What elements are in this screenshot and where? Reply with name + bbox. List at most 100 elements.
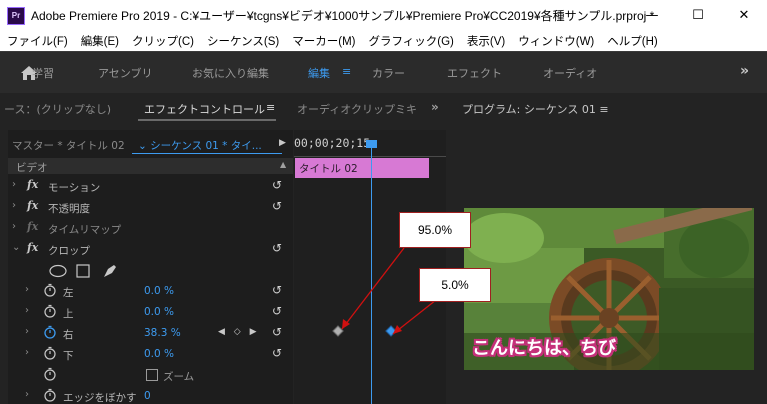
time-ruler[interactable] [294,151,446,157]
effect-row-time-remap[interactable]: › fx タイムリマップ [8,218,293,239]
ellipse-mask-icon[interactable] [49,264,67,278]
property-row-left[interactable]: › 左 0.0 % ↺ [8,281,293,302]
property-value[interactable]: 0.0 % [144,348,174,360]
menu-edit[interactable]: 編集(E) [74,33,125,49]
property-name: 下 [63,350,74,362]
program-monitor-panel: プログラム: シーケンス 01 ≡ こんにちは、ちび [454,93,767,404]
subtitle-text: こんにちは、ちび [472,338,616,359]
chevron-down-icon[interactable]: ⌄ [12,242,20,253]
reset-icon[interactable]: ↺ [272,346,282,360]
mask-tools-row [8,260,293,281]
effect-row-motion[interactable]: › fx モーション ↺ [8,176,293,197]
reset-icon[interactable]: ↺ [272,178,282,192]
timecode-display[interactable]: 00;00;20;15 [294,136,370,150]
stopwatch-icon[interactable] [43,283,57,297]
reset-icon[interactable]: ↺ [272,241,282,255]
stopwatch-icon[interactable] [43,346,57,360]
reset-icon[interactable]: ↺ [272,304,282,318]
stopwatch-icon[interactable] [43,367,57,381]
pen-mask-icon[interactable] [104,265,116,277]
effect-controls-properties: マスター * タイトル 02 ⌄ シーケンス 01 * タイ... ▶ ビデオ … [8,130,293,404]
tab-audio-clip-mixer[interactable]: オーディオクリップミキ [297,101,417,117]
chevron-right-icon[interactable]: › [25,305,29,316]
close-button[interactable]: ✕ [721,0,767,31]
workspace-tab-editing[interactable]: 編集 [308,65,330,81]
chevron-right-icon[interactable]: › [12,179,16,190]
rectangle-mask-icon[interactable] [76,264,90,278]
window-title: Adobe Premiere Pro 2019 - C:¥ユーザー¥tcgns¥… [31,9,655,23]
menu-bar: ファイル(F) 編集(E) クリップ(C) シーケンス(S) マーカー(M) グ… [0,31,767,51]
effect-name: タイムリマップ [48,224,122,236]
callout-95-percent: 95.0% [399,212,471,248]
sequence-clip-text: シーケンス 01 * タイ... [150,140,262,152]
premiere-app-icon: Pr [7,6,25,25]
chevron-right-icon[interactable]: › [25,326,29,337]
tab-menu-icon[interactable]: ≡ [266,101,275,114]
workspace-tab-effects[interactable]: エフェクト [447,65,502,81]
chevron-right-icon[interactable]: › [25,284,29,295]
chevron-right-icon[interactable]: › [12,200,16,211]
title-bar: Pr Adobe Premiere Pro 2019 - C:¥ユーザー¥tcg… [0,0,767,31]
property-row-feather[interactable]: › エッジをぼかす 0 [8,386,293,404]
chevron-right-icon[interactable]: › [25,389,29,400]
menu-marker[interactable]: マーカー(M) [285,33,361,49]
menu-clip[interactable]: クリップ(C) [125,33,200,49]
keyframe-selected[interactable] [385,325,397,337]
menu-help[interactable]: ヘルプ(H) [600,33,663,49]
chevron-right-icon[interactable]: › [25,347,29,358]
keyframe-navigator[interactable]: ◀ ◇ ▶ [218,327,260,337]
tab-effect-controls[interactable]: エフェクトコントロール [144,101,265,117]
effect-row-opacity[interactable]: › fx 不透明度 ↺ [8,197,293,218]
workspace-tab-color[interactable]: カラー [372,65,405,81]
callout-5-percent: 5.0% [419,268,491,302]
menu-file[interactable]: ファイル(F) [0,33,74,49]
maximize-button[interactable]: ☐ [675,0,721,31]
stopwatch-active-icon[interactable] [43,325,57,339]
zoom-checkbox[interactable] [146,369,158,381]
property-value[interactable]: 0.0 % [144,285,174,297]
keyframe-grey[interactable] [332,325,344,337]
chevron-right-icon[interactable]: › [12,221,16,232]
workspace-tab-learning[interactable]: 学習 [32,65,54,81]
property-value[interactable]: 0 [144,390,151,402]
reset-icon[interactable]: ↺ [272,199,282,213]
master-clip-label[interactable]: マスター * タイトル 02 [12,138,125,153]
workspace-more-icon[interactable]: » [740,63,749,79]
property-value[interactable]: 0.0 % [144,306,174,318]
program-menu-icon[interactable]: ≡ [599,103,608,116]
effect-name: 不透明度 [48,203,90,215]
effect-controls-timeline[interactable]: 00;00;20;15 タイトル 02 [294,130,446,404]
property-row-top[interactable]: › 上 0.0 % ↺ [8,302,293,323]
tab-source[interactable]: ース：(クリップなし) [4,101,111,117]
play-icon[interactable]: ▶ [279,138,286,148]
workspace-tab-assembly[interactable]: アセンブリ [98,65,152,81]
fx-icon: fx [27,199,39,212]
reset-icon[interactable]: ↺ [272,283,282,297]
menu-sequence[interactable]: シーケンス(S) [200,33,285,49]
menu-view[interactable]: 表示(V) [460,33,511,49]
minimize-button[interactable]: — [629,0,675,31]
menu-window[interactable]: ウィンドウ(W) [511,33,600,49]
property-value[interactable]: 38.3 % [144,327,181,339]
scroll-up-icon[interactable]: ▲ [280,160,286,169]
fx-icon: fx [27,241,39,254]
sequence-clip-label[interactable]: ⌄ シーケンス 01 * タイ... [138,138,262,153]
zoom-label: ズーム [163,371,195,383]
workspace-menu-icon[interactable]: ≡ [342,65,351,78]
stopwatch-icon[interactable] [43,304,57,318]
program-preview: こんにちは、ちび [464,208,754,370]
video-section-header: ビデオ ▲ [8,158,293,174]
title-clip[interactable]: タイトル 02 [295,158,429,178]
workspace-tab-favorites[interactable]: お気に入り編集 [192,65,269,81]
menu-graphics[interactable]: グラフィック(G) [362,33,460,49]
more-tabs-icon[interactable]: » [431,100,439,114]
effect-row-crop[interactable]: ⌄ fx クロップ ↺ [8,239,293,260]
property-row-bottom[interactable]: › 下 0.0 % ↺ [8,344,293,365]
program-monitor-title[interactable]: プログラム: シーケンス 01 ≡ [462,101,609,117]
playhead-line[interactable] [371,144,372,404]
workspace-tab-audio[interactable]: オーディオ [543,65,597,81]
property-row-right[interactable]: › 右 38.3 % ◀ ◇ ▶ ↺ [8,323,293,344]
reset-icon[interactable]: ↺ [272,325,282,339]
stopwatch-icon[interactable] [43,388,57,402]
property-row-zoom[interactable]: ズーム [8,365,293,386]
